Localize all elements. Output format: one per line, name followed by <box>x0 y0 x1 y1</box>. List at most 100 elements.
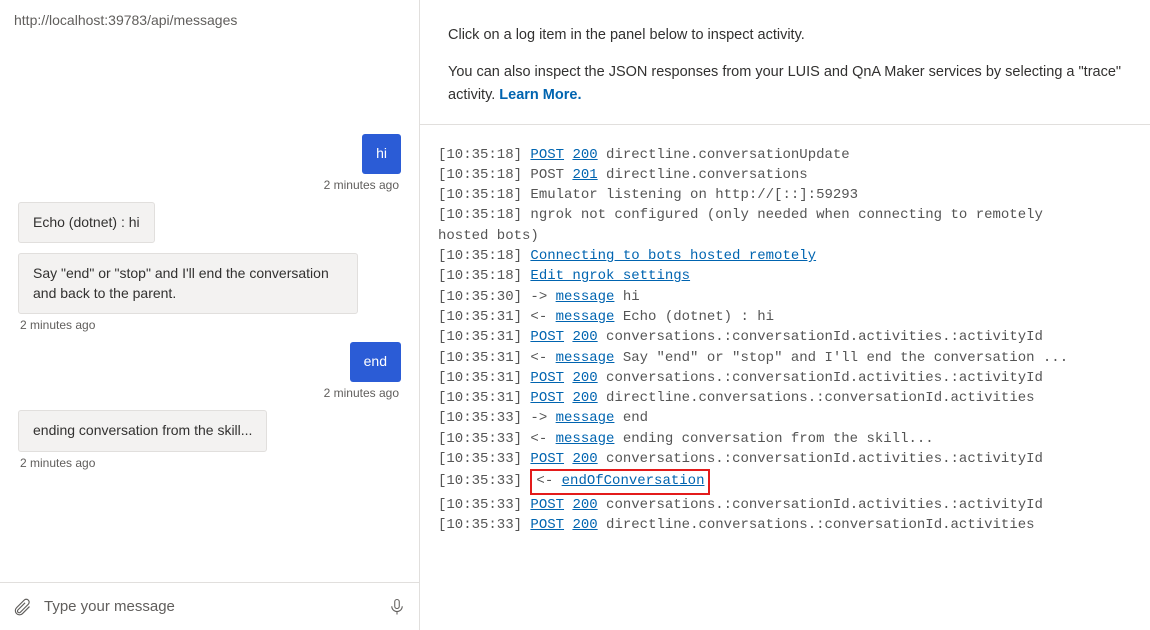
log-text: <- <box>522 350 556 366</box>
log-text: Say "end" or "stop" and I'll end the con… <box>614 350 1068 366</box>
log-link[interactable]: POST <box>530 390 564 406</box>
log-link[interactable]: POST <box>530 370 564 386</box>
chat-row-bot: Echo (dotnet) : hi <box>18 202 401 244</box>
log-text: ending conversation from the skill... <box>614 431 933 447</box>
log-line[interactable]: [10:35:18] Connecting to bots hosted rem… <box>438 246 1132 266</box>
log-link[interactable]: 201 <box>572 167 597 183</box>
log-link[interactable]: endOfConversation <box>562 473 705 489</box>
log-line[interactable]: [10:35:18] Edit ngrok settings <box>438 266 1132 286</box>
log-link[interactable]: message <box>556 431 615 447</box>
log-timestamp: [10:35:18] <box>438 167 522 183</box>
microphone-icon[interactable] <box>385 595 409 619</box>
log-text: Emulator listening on http://[::]:59293 <box>522 187 858 203</box>
log-timestamp: [10:35:33] <box>438 451 522 467</box>
bot-message-bubble[interactable]: ending conversation from the skill... <box>18 410 267 452</box>
chat-row-bot: Say "end" or "stop" and I'll end the con… <box>18 253 401 332</box>
log-text: <- <box>536 473 561 489</box>
attachment-icon[interactable] <box>10 595 34 619</box>
log-timestamp: [10:35:18] <box>438 248 522 264</box>
log-timestamp: [10:35:18] <box>438 147 522 163</box>
log-link[interactable]: message <box>556 289 615 305</box>
highlighted-log-segment: <- endOfConversation <box>530 469 710 494</box>
log-text: conversations.:conversationId.activities… <box>598 329 1043 345</box>
log-timestamp: [10:35:18] <box>438 268 522 284</box>
log-text: -> <box>522 289 556 305</box>
log-line[interactable]: [10:35:31] POST 200 conversations.:conve… <box>438 368 1132 388</box>
log-line[interactable]: [10:35:31] POST 200 directline.conversat… <box>438 388 1132 408</box>
log-link[interactable]: POST <box>530 329 564 345</box>
log-line[interactable]: [10:35:33] POST 200 conversations.:conve… <box>438 449 1132 469</box>
activity-log[interactable]: [10:35:18] POST 200 directline.conversat… <box>420 125 1150 630</box>
log-line-continuation[interactable]: hosted bots) <box>438 226 1132 246</box>
log-text: hosted bots) <box>438 228 539 244</box>
log-line[interactable]: [10:35:30] -> message hi <box>438 287 1132 307</box>
instructions-block: Click on a log item in the panel below t… <box>420 0 1150 125</box>
log-text: -> <box>522 410 556 426</box>
log-link[interactable]: POST <box>530 517 564 533</box>
log-line[interactable]: [10:35:18] ngrok not configured (only ne… <box>438 205 1132 225</box>
log-timestamp: [10:35:31] <box>438 390 522 406</box>
endpoint-address: http://localhost:39783/api/messages <box>0 0 419 36</box>
log-timestamp: [10:35:33] <box>438 410 522 426</box>
log-line[interactable]: [10:35:33] <- endOfConversation <box>438 469 1132 494</box>
instructions-line-1: Click on a log item in the panel below t… <box>448 24 1122 47</box>
log-link[interactable]: POST <box>530 497 564 513</box>
chat-row-user: end 2 minutes ago <box>18 342 401 400</box>
log-link[interactable]: message <box>556 309 615 325</box>
log-line[interactable]: [10:35:33] <- message ending conversatio… <box>438 429 1132 449</box>
chat-panel: http://localhost:39783/api/messages hi 2… <box>0 0 420 630</box>
log-text: POST <box>522 167 572 183</box>
log-line[interactable]: [10:35:18] Emulator listening on http://… <box>438 185 1132 205</box>
log-timestamp: [10:35:18] <box>438 207 522 223</box>
log-timestamp: [10:35:31] <box>438 370 522 386</box>
log-link[interactable]: 200 <box>572 329 597 345</box>
log-link[interactable]: 200 <box>572 370 597 386</box>
log-line[interactable]: [10:35:18] POST 200 directline.conversat… <box>438 145 1132 165</box>
message-input[interactable] <box>44 598 375 615</box>
log-link[interactable]: POST <box>530 451 564 467</box>
log-line[interactable]: [10:35:31] <- message Say "end" or "stop… <box>438 348 1132 368</box>
message-composer <box>0 582 419 630</box>
log-timestamp: [10:35:33] <box>438 431 522 447</box>
log-line[interactable]: [10:35:33] POST 200 directline.conversat… <box>438 515 1132 535</box>
log-link[interactable]: message <box>556 350 615 366</box>
instructions-line-2: You can also inspect the JSON responses … <box>448 61 1122 107</box>
log-text: ngrok not configured (only needed when c… <box>522 207 1043 223</box>
log-text: end <box>614 410 648 426</box>
log-text: Echo (dotnet) : hi <box>614 309 774 325</box>
log-link[interactable]: 200 <box>572 147 597 163</box>
log-timestamp: [10:35:31] <box>438 309 522 325</box>
bot-message-bubble[interactable]: Echo (dotnet) : hi <box>18 202 155 244</box>
log-link[interactable]: 200 <box>572 517 597 533</box>
chat-row-bot: ending conversation from the skill... 2 … <box>18 410 401 470</box>
log-timestamp: [10:35:30] <box>438 289 522 305</box>
learn-more-link[interactable]: Learn More. <box>499 87 581 103</box>
log-timestamp: [10:35:31] <box>438 329 522 345</box>
log-text: hi <box>614 289 639 305</box>
log-line[interactable]: [10:35:31] <- message Echo (dotnet) : hi <box>438 307 1132 327</box>
user-message-bubble[interactable]: hi <box>362 134 401 174</box>
log-timestamp: [10:35:33] <box>438 497 522 513</box>
log-link[interactable]: message <box>556 410 615 426</box>
log-link[interactable]: 200 <box>572 390 597 406</box>
inspector-panel: Click on a log item in the panel below t… <box>420 0 1150 630</box>
log-text: directline.conversationUpdate <box>598 147 850 163</box>
log-link[interactable]: POST <box>530 147 564 163</box>
log-link[interactable]: Connecting to bots hosted remotely <box>530 248 816 264</box>
log-line[interactable]: [10:35:31] POST 200 conversations.:conve… <box>438 327 1132 347</box>
log-timestamp: [10:35:33] <box>438 517 522 533</box>
log-line[interactable]: [10:35:18] POST 201 directline.conversat… <box>438 165 1132 185</box>
chat-transcript[interactable]: hi 2 minutes ago Echo (dotnet) : hi Say … <box>0 36 419 582</box>
log-text: directline.conversations.:conversationId… <box>598 517 1035 533</box>
log-link[interactable]: 200 <box>572 497 597 513</box>
log-link[interactable]: 200 <box>572 451 597 467</box>
log-line[interactable]: [10:35:33] -> message end <box>438 408 1132 428</box>
bot-message-bubble[interactable]: Say "end" or "stop" and I'll end the con… <box>18 253 358 314</box>
log-line[interactable]: [10:35:33] POST 200 conversations.:conve… <box>438 495 1132 515</box>
message-timestamp: 2 minutes ago <box>322 178 401 192</box>
user-message-bubble[interactable]: end <box>350 342 401 382</box>
log-link[interactable]: Edit ngrok settings <box>530 268 690 284</box>
log-text: directline.conversations.:conversationId… <box>598 390 1035 406</box>
message-timestamp: 2 minutes ago <box>322 386 401 400</box>
log-timestamp: [10:35:31] <box>438 350 522 366</box>
